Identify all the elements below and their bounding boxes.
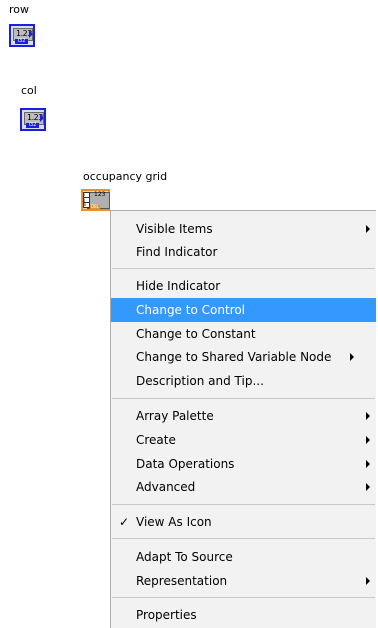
menu-item-change-to-control[interactable]: Change to Control bbox=[111, 298, 376, 322]
col-label: col bbox=[21, 84, 37, 97]
occupancy-grid-label: occupancy grid bbox=[83, 170, 168, 183]
submenu-arrow-icon bbox=[350, 353, 354, 361]
menu-item-advanced[interactable]: Advanced bbox=[111, 475, 376, 499]
menu-item-change-to-constant[interactable]: Change to Constant bbox=[111, 322, 376, 346]
menu-separator bbox=[112, 504, 375, 505]
grid-value-text: 123 bbox=[94, 191, 106, 198]
submenu-arrow-icon bbox=[366, 436, 370, 444]
output-arrow-icon bbox=[29, 30, 33, 38]
menu-item-representation[interactable]: Representation bbox=[111, 569, 376, 593]
submenu-arrow-icon bbox=[366, 225, 370, 233]
grid-type-badge: DBL bbox=[90, 204, 100, 209]
menu-item-description-and-tip[interactable]: Description and Tip... bbox=[111, 369, 376, 393]
submenu-arrow-icon bbox=[366, 412, 370, 420]
context-menu: Visible Items Find Indicator Hide Indica… bbox=[110, 210, 376, 628]
occupancy-grid-terminal[interactable]: i j k 123 DBL bbox=[81, 189, 110, 211]
menu-separator bbox=[112, 597, 375, 598]
menu-item-data-operations[interactable]: Data Operations bbox=[111, 452, 376, 476]
submenu-arrow-icon bbox=[366, 460, 370, 468]
submenu-arrow-icon bbox=[366, 577, 370, 585]
checkmark-icon: ✓ bbox=[119, 515, 130, 529]
submenu-arrow-icon bbox=[366, 483, 370, 491]
menu-separator bbox=[112, 268, 375, 269]
col-terminal[interactable]: 1.23 I32 bbox=[20, 108, 46, 131]
menu-item-change-to-shared-variable-node[interactable]: Change to Shared Variable Node bbox=[111, 345, 376, 369]
row-label: row bbox=[9, 3, 30, 16]
output-arrow-icon bbox=[40, 114, 44, 122]
menu-item-array-palette[interactable]: Array Palette bbox=[111, 404, 376, 428]
row-terminal[interactable]: 1.23 I32 bbox=[9, 24, 35, 47]
menu-item-properties[interactable]: Properties bbox=[111, 603, 376, 627]
row-type-badge: I32 bbox=[15, 39, 28, 44]
menu-separator bbox=[112, 398, 375, 399]
index-k: k bbox=[83, 202, 90, 208]
menu-item-visible-items[interactable]: Visible Items bbox=[111, 217, 376, 241]
menu-item-create[interactable]: Create bbox=[111, 428, 376, 452]
menu-item-hide-indicator[interactable]: Hide Indicator bbox=[111, 274, 376, 298]
menu-item-view-as-icon[interactable]: ✓ View As Icon bbox=[111, 510, 376, 534]
menu-separator bbox=[112, 538, 375, 539]
menu-item-adapt-to-source[interactable]: Adapt To Source bbox=[111, 545, 376, 569]
menu-item-find-indicator[interactable]: Find Indicator bbox=[111, 240, 376, 264]
col-type-badge: I32 bbox=[26, 123, 39, 128]
